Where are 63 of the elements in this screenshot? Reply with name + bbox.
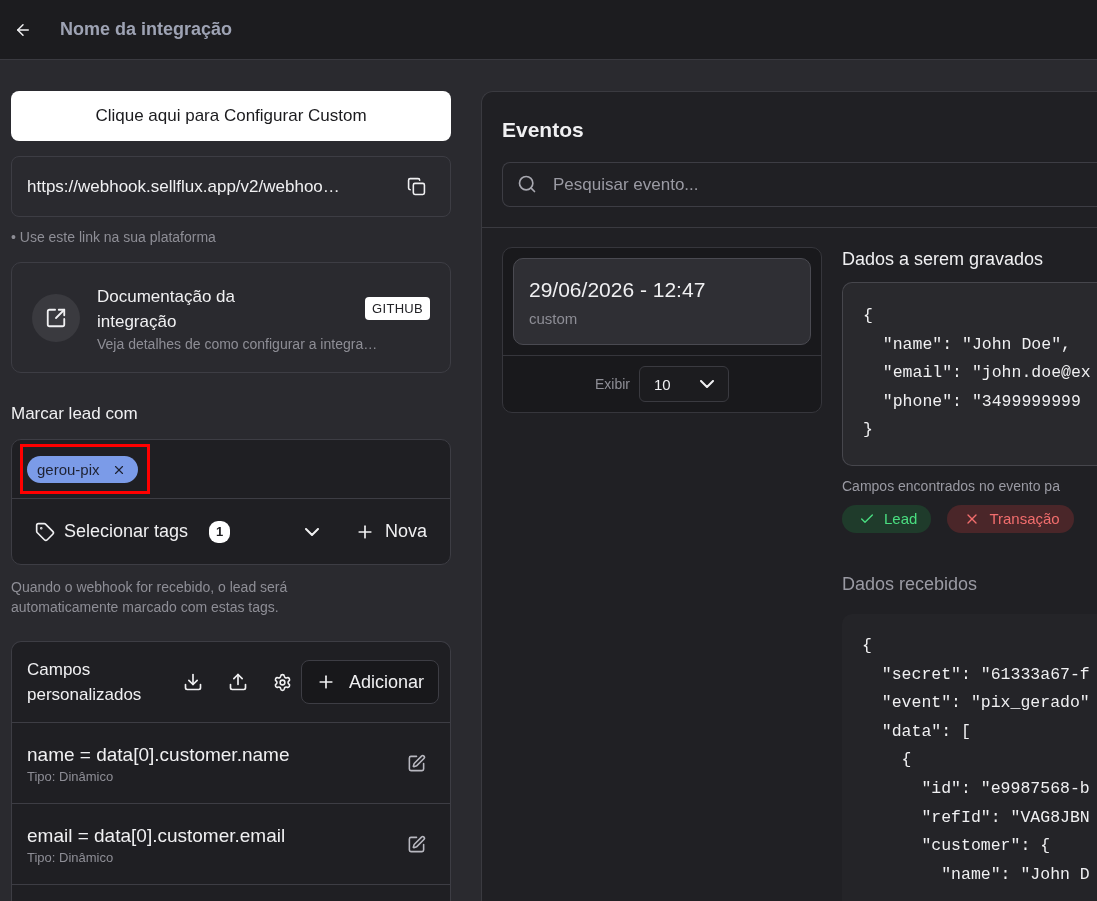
- documentation-title: Documentação da integração: [97, 285, 236, 333]
- event-card[interactable]: 29/06/2026 - 12:47 custom: [513, 258, 811, 345]
- documentation-description: Veja detalhes de como configurar a integra…: [97, 335, 379, 352]
- github-badge: GITHUB: [365, 297, 430, 320]
- upload-button[interactable]: [228, 672, 248, 692]
- page-title: Nome da integração: [60, 19, 233, 40]
- download-button[interactable]: [183, 672, 203, 692]
- found-fields-caption: Campos encontrados no evento pa: [842, 477, 1061, 494]
- settings-icon: [273, 672, 292, 692]
- upload-icon: [228, 672, 248, 692]
- copy-button[interactable]: [407, 177, 426, 196]
- code-line: {: [862, 634, 873, 657]
- chevron-down-icon: [700, 380, 714, 388]
- new-tag-button[interactable]: Nova: [354, 521, 427, 542]
- saved-data-title: Dados a serem gravados: [842, 248, 1045, 271]
- chip-label: Transação: [989, 510, 1060, 528]
- event-date: 29/06/2026 - 12:47: [529, 277, 707, 303]
- code-line: "secret": "61333a67-f: [880, 663, 1091, 686]
- url-hint: • Use este link na sua plataforma: [11, 228, 217, 247]
- code-line: "event": "pix_gerado": [880, 692, 1091, 715]
- field-expression: email = data[0].customer.email: [27, 823, 286, 848]
- code-line: "data": [: [880, 720, 972, 743]
- code-line: "email": "john.doe@ex: [881, 362, 1092, 385]
- configure-button[interactable]: Clique aqui para Configurar Custom: [11, 91, 451, 141]
- add-field-button[interactable]: Adicionar: [300, 660, 439, 704]
- documentation-card[interactable]: Documentação da integração GITHUB Veja detalhes de como configurar a integra…: [11, 262, 451, 373]
- field-type: Tipo: Dinâmico: [27, 768, 115, 784]
- edit-icon: [407, 753, 426, 773]
- download-icon: [183, 672, 203, 692]
- tag-label: gerou-pix: [37, 461, 100, 478]
- chip-label: Lead: [884, 510, 918, 528]
- page-size-label: Exibir: [595, 376, 630, 392]
- edit-field-button[interactable]: [407, 834, 426, 854]
- external-link-icon: [32, 293, 80, 342]
- webhook-url: https://webhook.sellflux.app/v2/webhoo…: [27, 176, 340, 197]
- received-data-title: Dados recebidos: [842, 572, 979, 596]
- select-tags-dropdown[interactable]: Selecionar tags 1: [35, 520, 319, 543]
- code-line: "name": "John Doe",: [881, 333, 1072, 356]
- edit-icon: [407, 834, 426, 854]
- code-line: "phone": "3499999999: [881, 390, 1082, 413]
- settings-button[interactable]: [273, 672, 292, 692]
- code-line: "refId": "VAG8JBN: [920, 806, 1091, 829]
- code-line: {: [863, 305, 874, 327]
- field-type: Tipo: Dinâmico: [27, 849, 115, 865]
- code-line: }: [863, 419, 874, 442]
- copy-icon: [407, 177, 426, 196]
- section-label: Marcar lead com: [11, 403, 139, 425]
- edit-field-button[interactable]: [407, 753, 426, 773]
- tag-help-text: Quando o webhook for recebido, o lead será automaticamente marcado com estas tags.: [11, 578, 289, 617]
- event-source: custom: [529, 310, 579, 327]
- tag-icon: [35, 521, 55, 542]
- code-line: {: [900, 749, 913, 772]
- custom-fields-title: Campos personalizados: [27, 659, 143, 706]
- code-line: "name": "John D: [940, 863, 1091, 886]
- search-icon: [517, 174, 537, 194]
- code-line: "customer": {: [920, 835, 1052, 858]
- code-line: "id": "e9987568-b: [920, 777, 1091, 800]
- page-size-select[interactable]: 10: [639, 366, 729, 402]
- chevron-down-icon: [304, 527, 319, 536]
- events-title: Eventos: [502, 117, 585, 143]
- search-field[interactable]: Pesquisar evento...: [502, 162, 1097, 207]
- field-expression: name = data[0].customer.name: [27, 742, 290, 767]
- tag-count: 1: [209, 520, 231, 543]
